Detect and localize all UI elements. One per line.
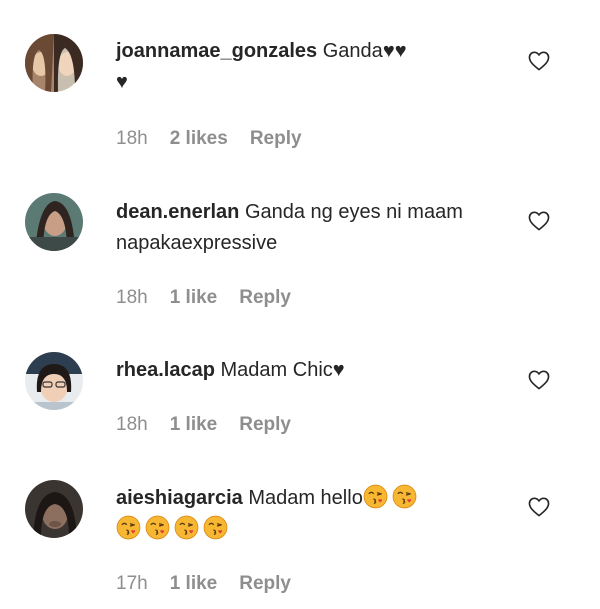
like-button[interactable]: [527, 209, 551, 233]
face-blowing-kiss-emoji: [174, 515, 199, 540]
face-blowing-kiss-emoji: [203, 515, 228, 540]
heart-outline-icon: [528, 211, 550, 231]
comment-body: Ganda: [322, 40, 383, 62]
avatar[interactable]: [25, 193, 83, 251]
comment-likes[interactable]: 1 like: [170, 414, 218, 436]
emoji-group: [363, 484, 421, 509]
comment-username[interactable]: dean.enerlan: [116, 201, 239, 223]
comment-likes[interactable]: 1 like: [170, 287, 218, 309]
avatar[interactable]: [25, 480, 83, 538]
like-button[interactable]: [527, 495, 551, 519]
face-blowing-kiss-emoji: [145, 515, 170, 540]
comment-body: Madam Chic: [220, 359, 333, 381]
face-blowing-kiss-emoji: [392, 484, 417, 509]
like-button[interactable]: [527, 49, 551, 73]
comment-timestamp[interactable]: 18h: [116, 128, 148, 150]
like-button[interactable]: [527, 368, 551, 392]
emoji-group: [116, 515, 232, 540]
comment-timestamp[interactable]: 18h: [116, 287, 148, 309]
comment-username[interactable]: aieshiagarcia: [116, 487, 243, 509]
avatar-image: [25, 34, 83, 92]
comment-text: joannamae_gonzales Ganda♥♥ ♥: [116, 36, 506, 98]
heart-outline-icon: [528, 370, 550, 390]
black-heart-emoji: ♥♥: [382, 40, 407, 62]
comment-username[interactable]: joannamae_gonzales: [116, 40, 317, 62]
avatar[interactable]: [25, 34, 83, 92]
face-blowing-kiss-emoji: [363, 484, 388, 509]
reply-button[interactable]: Reply: [239, 287, 291, 309]
black-heart-emoji: ♥: [116, 71, 128, 93]
reply-button[interactable]: Reply: [239, 414, 291, 436]
heart-outline-icon: [528, 51, 550, 71]
avatar[interactable]: [25, 352, 83, 410]
comment-text: dean.enerlan Ganda ng eyes ni maam napak…: [116, 197, 506, 259]
comment-meta: 18h 1 like Reply: [116, 287, 291, 309]
heart-outline-icon: [528, 497, 550, 517]
comment-timestamp[interactable]: 18h: [116, 414, 148, 436]
reply-button[interactable]: Reply: [250, 128, 302, 150]
comment-meta: 18h 1 like Reply: [116, 414, 291, 436]
comment-timestamp[interactable]: 17h: [116, 573, 148, 595]
comment-meta: 17h 1 like Reply: [116, 573, 291, 595]
avatar-image: [25, 193, 83, 251]
black-heart-emoji: ♥: [332, 359, 345, 381]
comment-text: aieshiagarcia Madam hello: [116, 483, 506, 545]
comment-likes[interactable]: 2 likes: [170, 128, 228, 150]
comment-username[interactable]: rhea.lacap: [116, 359, 215, 381]
comment-likes[interactable]: 1 like: [170, 573, 218, 595]
face-blowing-kiss-emoji: [116, 515, 141, 540]
comment-meta: 18h 2 likes Reply: [116, 128, 302, 150]
comment-text: rhea.lacap Madam Chic♥: [116, 355, 506, 386]
avatar-image: [25, 352, 83, 410]
reply-button[interactable]: Reply: [239, 573, 291, 595]
avatar-image: [25, 480, 83, 538]
comment-body: Madam hello: [248, 487, 363, 509]
